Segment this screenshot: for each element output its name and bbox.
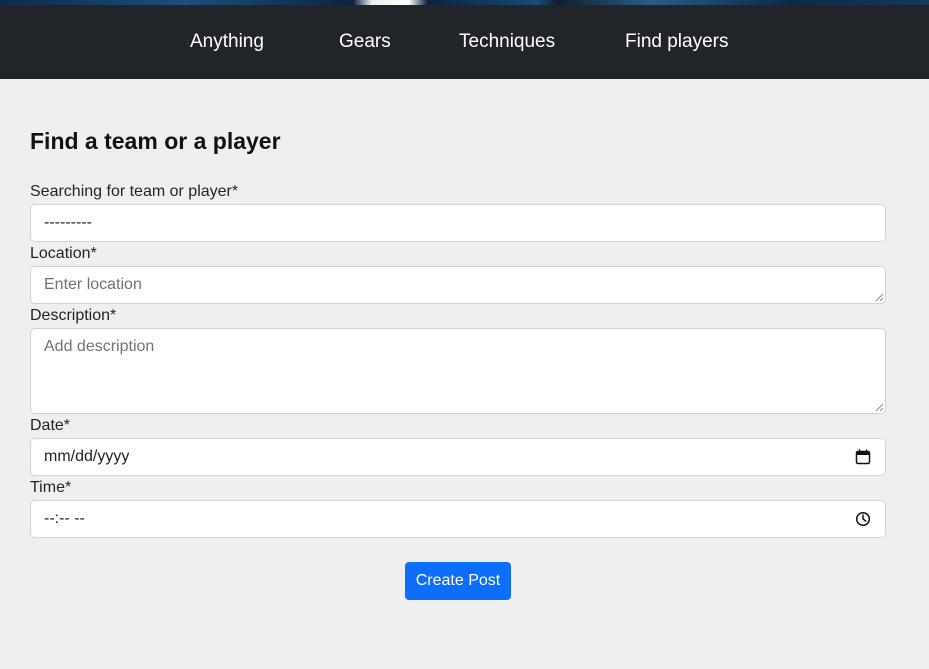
top-navbar: Anything Gears Techniques Find players	[0, 5, 929, 79]
time-input[interactable]: --:-- --	[30, 500, 886, 538]
nav-link-techniques[interactable]: Techniques	[459, 27, 555, 57]
nav-link-gears[interactable]: Gears	[339, 27, 391, 57]
date-label: Date*	[30, 417, 71, 434]
resize-handle-icon[interactable]	[875, 403, 884, 412]
search-type-select[interactable]: ---------	[30, 204, 886, 242]
page-title: Find a team or a player	[30, 128, 281, 154]
nav-link-anything[interactable]: Anything	[190, 27, 264, 57]
clock-icon[interactable]	[855, 511, 871, 527]
location-placeholder: Enter location	[44, 276, 142, 293]
date-input[interactable]: mm/dd/yyyy	[30, 438, 886, 476]
create-post-button[interactable]: Create Post	[405, 562, 511, 600]
location-textarea[interactable]: Enter location	[30, 266, 886, 304]
search-type-selected-value: ---------	[44, 214, 92, 231]
description-label: Description*	[30, 307, 117, 324]
time-label: Time*	[30, 479, 72, 496]
description-textarea[interactable]: Add description	[30, 328, 886, 414]
resize-handle-icon[interactable]	[875, 293, 884, 302]
calendar-icon[interactable]	[855, 449, 871, 465]
date-value: mm/dd/yyyy	[44, 448, 130, 465]
time-value: --:-- --	[44, 510, 85, 527]
description-placeholder: Add description	[44, 338, 155, 355]
location-label: Location*	[30, 245, 97, 262]
search-type-label: Searching for team or player*	[30, 183, 239, 200]
nav-link-find-players[interactable]: Find players	[625, 27, 729, 57]
